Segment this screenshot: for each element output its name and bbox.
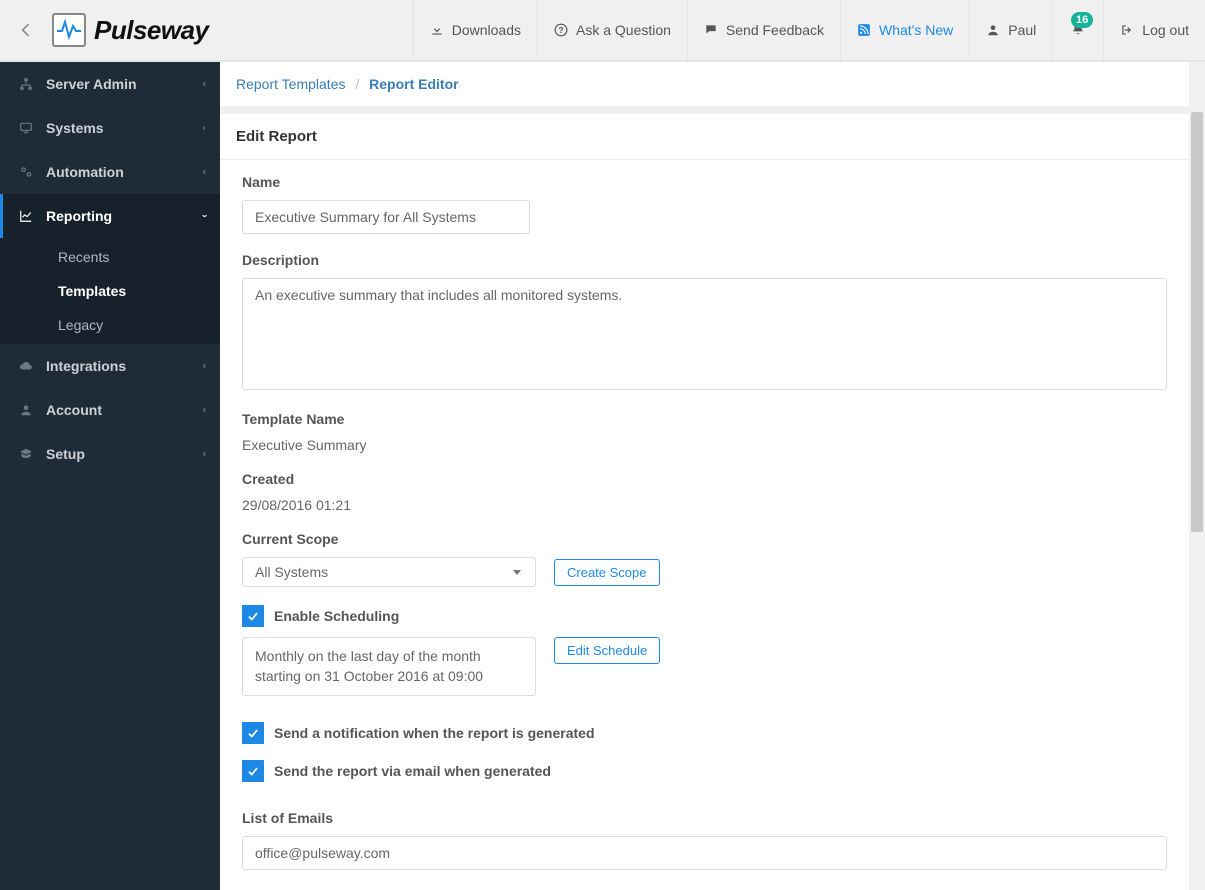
user-menu[interactable]: Paul [969,0,1052,61]
logout-icon [1120,23,1134,37]
breadcrumb-sep: / [355,76,359,92]
name-label: Name [242,174,1183,190]
content-area: Report Templates / Report Editor Edit Re… [220,62,1205,890]
create-scope-button[interactable]: Create Scope [554,559,660,586]
feedback-label: Send Feedback [726,22,824,38]
cloud-icon [18,359,34,373]
sidebar-sub-reporting: Recents Templates Legacy [0,238,220,344]
dropdown-icon [513,570,521,575]
logout-label: Log out [1142,22,1189,38]
ask-label: Ask a Question [576,22,671,38]
chevron-left-icon: ‹ [203,123,206,134]
scrollbar-thumb[interactable] [1191,112,1203,532]
notification-badge: 16 [1071,12,1093,28]
whatsnew-label: What's New [879,22,953,38]
sidebar-item-systems[interactable]: Systems ‹ [0,106,220,150]
back-button[interactable] [0,0,52,61]
chat-icon [704,23,718,37]
svg-text:?: ? [558,26,563,35]
scope-label: Current Scope [242,531,1183,547]
graduation-icon [18,447,34,461]
check-icon [246,609,260,623]
panel-title: Edit Report [220,114,1205,160]
send-email-label: Send the report via email when generated [274,763,551,779]
scope-select[interactable]: All Systems [242,557,536,587]
logo-mark-icon [52,13,86,47]
sidebar-label: Reporting [46,208,112,224]
cogs-icon [18,165,34,179]
rss-icon [857,23,871,37]
check-icon [246,726,260,740]
breadcrumb: Report Templates / Report Editor [220,62,1205,106]
feedback-link[interactable]: Send Feedback [687,0,840,61]
emails-label: List of Emails [242,810,1183,826]
sidebar-label: Account [46,402,102,418]
download-icon [430,23,444,37]
sidebar-subitem-templates[interactable]: Templates [0,274,220,308]
sidebar-label: Integrations [46,358,126,374]
question-icon: ? [554,23,568,37]
sidebar-label: Systems [46,120,104,136]
created-value: 29/08/2016 01:21 [242,497,1183,513]
sidebar: Server Admin ‹ Systems ‹ Automation ‹ Re… [0,62,220,890]
sidebar-item-automation[interactable]: Automation ‹ [0,150,220,194]
send-email-checkbox[interactable] [242,760,264,782]
sidebar-item-integrations[interactable]: Integrations ‹ [0,344,220,388]
sidebar-label: Setup [46,446,85,462]
desktop-icon [18,121,34,135]
description-input[interactable] [242,278,1167,390]
sidebar-item-setup[interactable]: Setup ‹ [0,432,220,476]
send-notification-checkbox[interactable] [242,722,264,744]
chevron-left-icon: ‹ [203,79,206,90]
sitemap-icon [18,77,34,91]
name-input[interactable] [242,200,530,234]
created-label: Created [242,471,1183,487]
user-icon [18,403,34,417]
ask-link[interactable]: ? Ask a Question [537,0,687,61]
whatsnew-link[interactable]: What's New [840,0,969,61]
schedule-text: Monthly on the last day of the month sta… [242,637,536,696]
notifications[interactable]: 16 [1052,0,1103,61]
emails-input[interactable] [242,836,1167,870]
brand-text: Pulseway [94,15,209,46]
downloads-label: Downloads [452,22,521,38]
chevron-left-icon: ‹ [203,405,206,416]
chevron-down-icon: ‹ [199,214,210,217]
template-name-value: Executive Summary [242,437,1183,453]
scope-selected: All Systems [255,564,328,580]
logo[interactable]: Pulseway [52,0,229,61]
sidebar-label: Server Admin [46,76,137,92]
breadcrumb-current: Report Editor [369,76,458,92]
enable-scheduling-label: Enable Scheduling [274,608,399,624]
check-icon [246,764,260,778]
sidebar-item-account[interactable]: Account ‹ [0,388,220,432]
chevron-left-icon: ‹ [203,449,206,460]
sidebar-subitem-legacy[interactable]: Legacy [0,308,220,342]
sidebar-item-reporting[interactable]: Reporting ‹ [0,194,220,238]
sidebar-item-server-admin[interactable]: Server Admin ‹ [0,62,220,106]
sidebar-label: Automation [46,164,124,180]
send-notification-label: Send a notification when the report is g… [274,725,595,741]
description-label: Description [242,252,1183,268]
chevron-left-icon: ‹ [203,361,206,372]
top-bar: Pulseway Downloads ? Ask a Question Send… [0,0,1205,61]
template-name-label: Template Name [242,411,1183,427]
chart-icon [18,209,34,223]
sidebar-subitem-recents[interactable]: Recents [0,240,220,274]
edit-schedule-button[interactable]: Edit Schedule [554,637,660,664]
logout-link[interactable]: Log out [1103,0,1205,61]
arrow-left-icon [16,20,36,40]
chevron-left-icon: ‹ [203,167,206,178]
user-icon [986,23,1000,37]
user-label: Paul [1008,22,1036,38]
downloads-link[interactable]: Downloads [413,0,537,61]
breadcrumb-parent[interactable]: Report Templates [236,76,345,92]
enable-scheduling-checkbox[interactable] [242,605,264,627]
